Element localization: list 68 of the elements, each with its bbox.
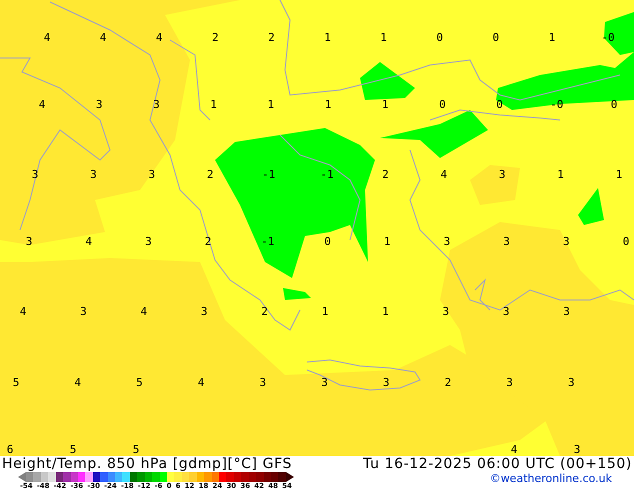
temperature-label: 4: [440, 169, 448, 181]
temperature-label: 1: [380, 32, 387, 44]
temperature-label: 3: [568, 377, 575, 389]
forecast-datetime: Tu 16-12-2025 06:00 UTC (00+150): [363, 456, 632, 472]
temperature-label: 1: [548, 32, 556, 44]
temperature-label: 4: [44, 32, 50, 44]
temperature-label: 3: [90, 169, 97, 181]
temperature-label: 3: [80, 306, 87, 318]
temperature-label: 0: [610, 99, 618, 111]
temperature-label: 1: [382, 306, 389, 318]
temperature-label: -1: [262, 169, 276, 181]
temperature-label: 0: [622, 236, 630, 248]
temperature-label: 3: [502, 306, 510, 318]
temperature-label: 5: [132, 444, 140, 456]
temperature-label: 3: [442, 306, 450, 318]
temperature-label: 1: [382, 99, 388, 111]
temperature-label: 6: [6, 444, 14, 456]
temperature-label: 4: [198, 377, 204, 389]
temperature-label: 4: [20, 306, 26, 318]
temperature-label: 3: [444, 236, 450, 248]
temperature-label: 3: [574, 444, 580, 456]
temperature-label: 4: [156, 32, 162, 44]
temperature-label: 2: [206, 169, 214, 181]
temperature-label: -1: [261, 236, 274, 248]
temperature-label: 3: [563, 306, 570, 318]
temperature-label: 2: [444, 377, 452, 389]
temperature-label: 4: [100, 32, 106, 44]
temperature-label: 3: [321, 377, 328, 389]
temperature-label: 5: [70, 444, 76, 456]
credit-link[interactable]: ©weatheronline.co.uk: [490, 472, 612, 486]
temperature-label: 1: [616, 169, 622, 181]
temperature-label: 2: [268, 32, 275, 44]
temperature-label: 3: [259, 377, 266, 389]
temperature-label: 1: [557, 169, 564, 181]
temperature-label: 3: [96, 99, 102, 111]
temperature-label: 2: [261, 306, 268, 318]
temperature-label: 3: [498, 169, 506, 181]
temperature-label: 3: [148, 169, 156, 181]
temperature-label: 3: [506, 377, 513, 389]
temperature-label: 1: [384, 236, 390, 248]
temperature-label: 3: [382, 377, 390, 389]
temperature-label: 1: [324, 32, 331, 44]
temperature-label: 1: [210, 99, 217, 111]
temperature-label: 3: [145, 236, 152, 248]
temperature-label: 5: [136, 377, 143, 389]
temperature-label: 0: [439, 99, 446, 111]
temperature-label: 1: [324, 99, 332, 111]
temperature-label: 4: [510, 444, 518, 456]
temperature-label: 2: [382, 169, 389, 181]
temperature-label: 0: [324, 236, 331, 248]
temperature-label: 2: [212, 32, 219, 44]
temperature-label: 4: [74, 377, 81, 389]
chart-title: Height/Temp. 850 hPa [gdmp][°C] GFS: [2, 456, 294, 472]
temperature-label: -1: [320, 169, 334, 181]
temperature-label: 4: [85, 236, 92, 248]
temperature-label: 0: [436, 32, 443, 44]
temperature-label: 4: [140, 306, 148, 318]
temperature-label: 3: [200, 306, 208, 318]
temperature-label: 5: [12, 377, 20, 389]
temperature-label: 0: [496, 99, 503, 111]
temperature-label: 1: [267, 99, 274, 111]
temperature-label: 3: [562, 236, 570, 248]
temperature-label: 3: [503, 236, 510, 248]
temperature-label: 0: [492, 32, 500, 44]
temperature-label: 1: [322, 306, 328, 318]
temperature-label: 4: [38, 99, 46, 111]
temperature-label: 3: [153, 99, 160, 111]
temperature-label: 3: [26, 236, 32, 248]
